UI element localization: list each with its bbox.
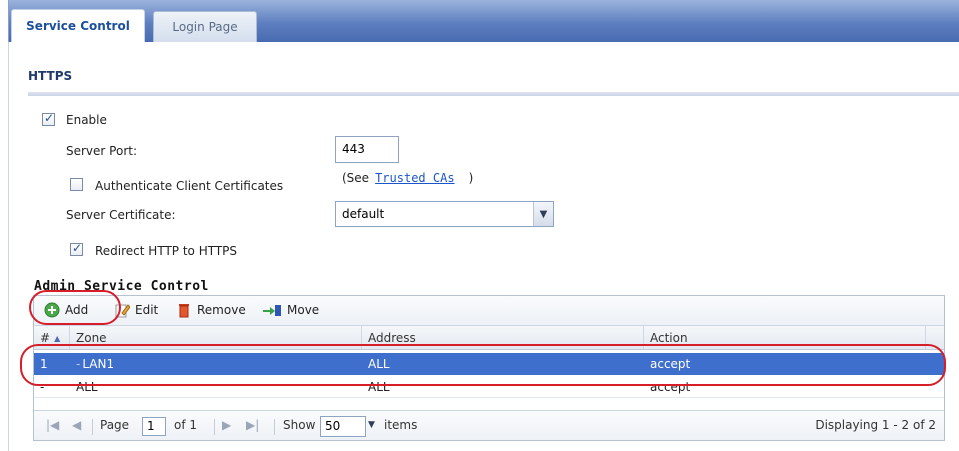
page-label: Page xyxy=(100,418,130,432)
https-section-title: HTTPS xyxy=(28,69,73,83)
page-size-value: 50 xyxy=(325,419,341,433)
column-address-label: Address xyxy=(368,331,416,345)
page-number-value: 1 xyxy=(147,419,155,433)
of-pages-label: of 1 xyxy=(174,418,198,432)
next-page-icon[interactable]: ▶ xyxy=(222,418,231,432)
tab-service-control-label: Service Control xyxy=(26,19,130,33)
prev-page-icon[interactable]: ◀ xyxy=(72,418,81,432)
first-page-icon[interactable]: |◀ xyxy=(46,418,59,432)
page-size-select[interactable]: 50 xyxy=(320,416,366,437)
move-button[interactable]: Move xyxy=(262,302,319,318)
items-label: items xyxy=(384,418,418,432)
redirect-https-label: Redirect HTTP to HTTPS xyxy=(95,244,238,258)
server-certificate-label: Server Certificate: xyxy=(66,208,176,222)
sort-asc-icon: ▲ xyxy=(54,333,61,343)
server-port-label: Server Port: xyxy=(66,144,137,158)
column-action-label: Action xyxy=(650,331,688,345)
section-divider xyxy=(28,92,959,96)
pager-separator xyxy=(274,419,275,435)
tab-login-page-label: Login Page xyxy=(172,20,238,34)
show-label: Show xyxy=(283,418,316,432)
tab-service-control[interactable]: Service Control xyxy=(11,9,145,42)
server-port-value: 443 xyxy=(342,142,365,156)
server-port-input[interactable]: 443 xyxy=(335,136,399,163)
authenticate-client-checkbox[interactable] xyxy=(70,178,83,191)
row-highlight-ring xyxy=(20,344,946,386)
displaying-count: Displaying 1 - 2 of 2 xyxy=(815,418,936,432)
chevron-down-icon[interactable]: ▼ xyxy=(533,202,553,226)
enable-checkbox[interactable] xyxy=(42,111,55,126)
grid-pager: |◀ ◀ Page 1 of 1 ▶ ▶| Show 50 ▼ items Di… xyxy=(34,410,944,440)
last-page-icon[interactable]: ▶| xyxy=(246,418,259,432)
column-zone-label: Zone xyxy=(76,331,107,345)
remove-button[interactable]: Remove xyxy=(176,302,246,318)
tab-bar xyxy=(8,0,959,42)
server-certificate-value: default xyxy=(342,207,385,221)
tab-login-page[interactable]: Login Page xyxy=(153,11,257,42)
enable-label: Enable xyxy=(66,113,107,127)
chevron-down-icon[interactable]: ▼ xyxy=(368,420,375,430)
authenticate-client-label: Authenticate Client Certificates xyxy=(95,179,284,193)
redirect-https-checkbox[interactable] xyxy=(70,241,83,256)
move-icon xyxy=(263,305,281,316)
see-suffix: ) xyxy=(468,171,474,185)
pager-separator xyxy=(214,419,215,435)
remove-label: Remove xyxy=(197,303,246,317)
column-number-label: # xyxy=(40,331,51,345)
page-number-input[interactable]: 1 xyxy=(142,417,166,436)
add-highlight-ring xyxy=(29,290,121,325)
trusted-cas-note: (See Trusted CAs ) xyxy=(342,171,473,185)
trusted-cas-link[interactable]: Trusted CAs xyxy=(375,171,454,185)
grid-toolbar: Add Edit Remove Move xyxy=(34,296,944,326)
trash-icon xyxy=(179,304,189,318)
edit-label: Edit xyxy=(135,303,159,317)
pager-separator xyxy=(92,419,93,435)
move-label: Move xyxy=(287,303,320,317)
see-prefix: (See xyxy=(342,171,370,185)
server-certificate-select[interactable]: default ▼ xyxy=(335,201,554,227)
content-border xyxy=(8,42,9,451)
